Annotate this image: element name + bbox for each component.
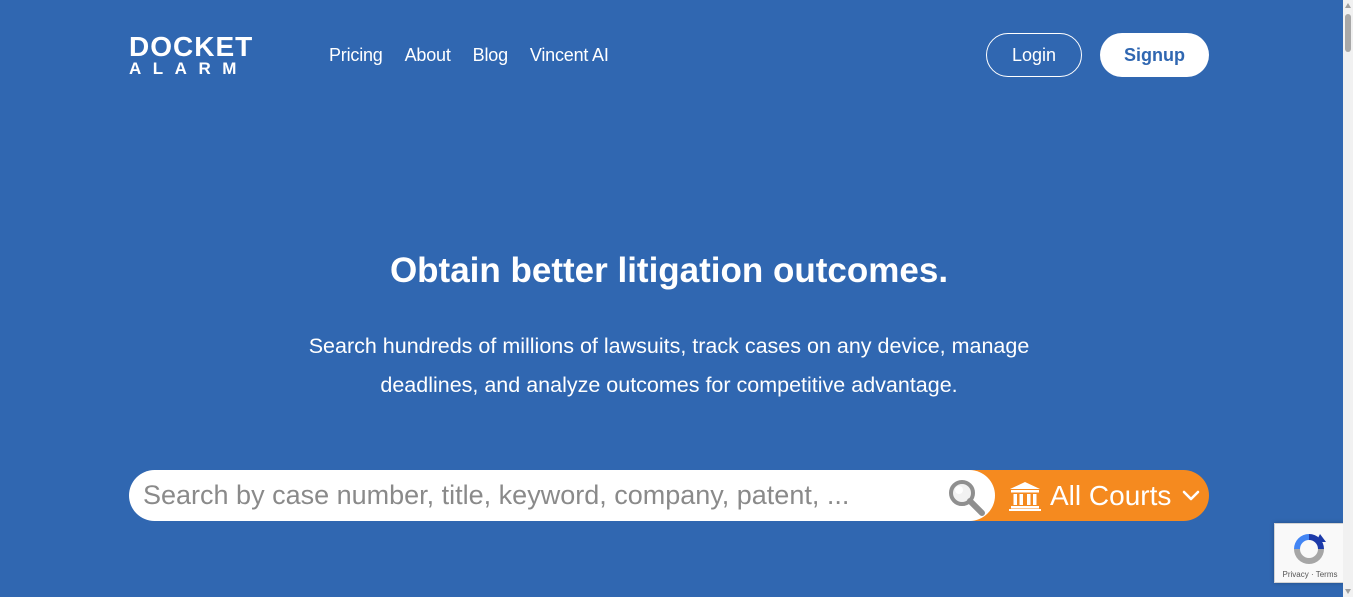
search-box (129, 470, 995, 521)
hero-title: Obtain better litigation outcomes. (389, 251, 949, 290)
magnifier-icon[interactable] (947, 478, 987, 518)
main-nav: Pricing About Blog Vincent AI (329, 44, 631, 66)
scrollbar-thumb[interactable] (1345, 14, 1351, 52)
court-selector[interactable]: All Courts (969, 470, 1209, 521)
search-bar: All Courts (129, 470, 1209, 521)
login-button[interactable]: Login (986, 33, 1082, 77)
court-selector-label: All Courts (1050, 480, 1172, 511)
recaptcha-badge[interactable]: Privacy · Terms (1274, 523, 1344, 583)
signup-button[interactable]: Signup (1100, 33, 1209, 77)
nav-link-about[interactable]: About (405, 44, 451, 66)
recaptcha-links: Privacy · Terms (1275, 570, 1345, 579)
logo-line-1: DOCKET (129, 31, 254, 62)
recaptcha-terms-link[interactable]: Terms (1316, 570, 1338, 579)
nav-link-vincent-ai[interactable]: Vincent AI (530, 44, 609, 66)
search-input[interactable] (143, 470, 943, 521)
chevron-down-icon (1182, 490, 1200, 501)
page-scrollbar[interactable] (1343, 0, 1353, 597)
bank-icon (1009, 482, 1041, 511)
nav-link-pricing[interactable]: Pricing (329, 44, 383, 66)
scroll-down-arrow-icon[interactable] (1345, 589, 1351, 594)
nav-link-blog[interactable]: Blog (473, 44, 508, 66)
logo-line-2: ALARM (129, 59, 248, 78)
recaptcha-separator: · (1310, 570, 1314, 579)
recaptcha-privacy-link[interactable]: Privacy (1283, 570, 1309, 579)
recaptcha-icon (1294, 534, 1326, 564)
docket-alarm-logo[interactable]: DOCKET ALARM (129, 33, 269, 78)
hero-subtitle: Search hundreds of millions of lawsuits,… (308, 334, 1030, 397)
scroll-up-arrow-icon[interactable] (1345, 3, 1351, 8)
